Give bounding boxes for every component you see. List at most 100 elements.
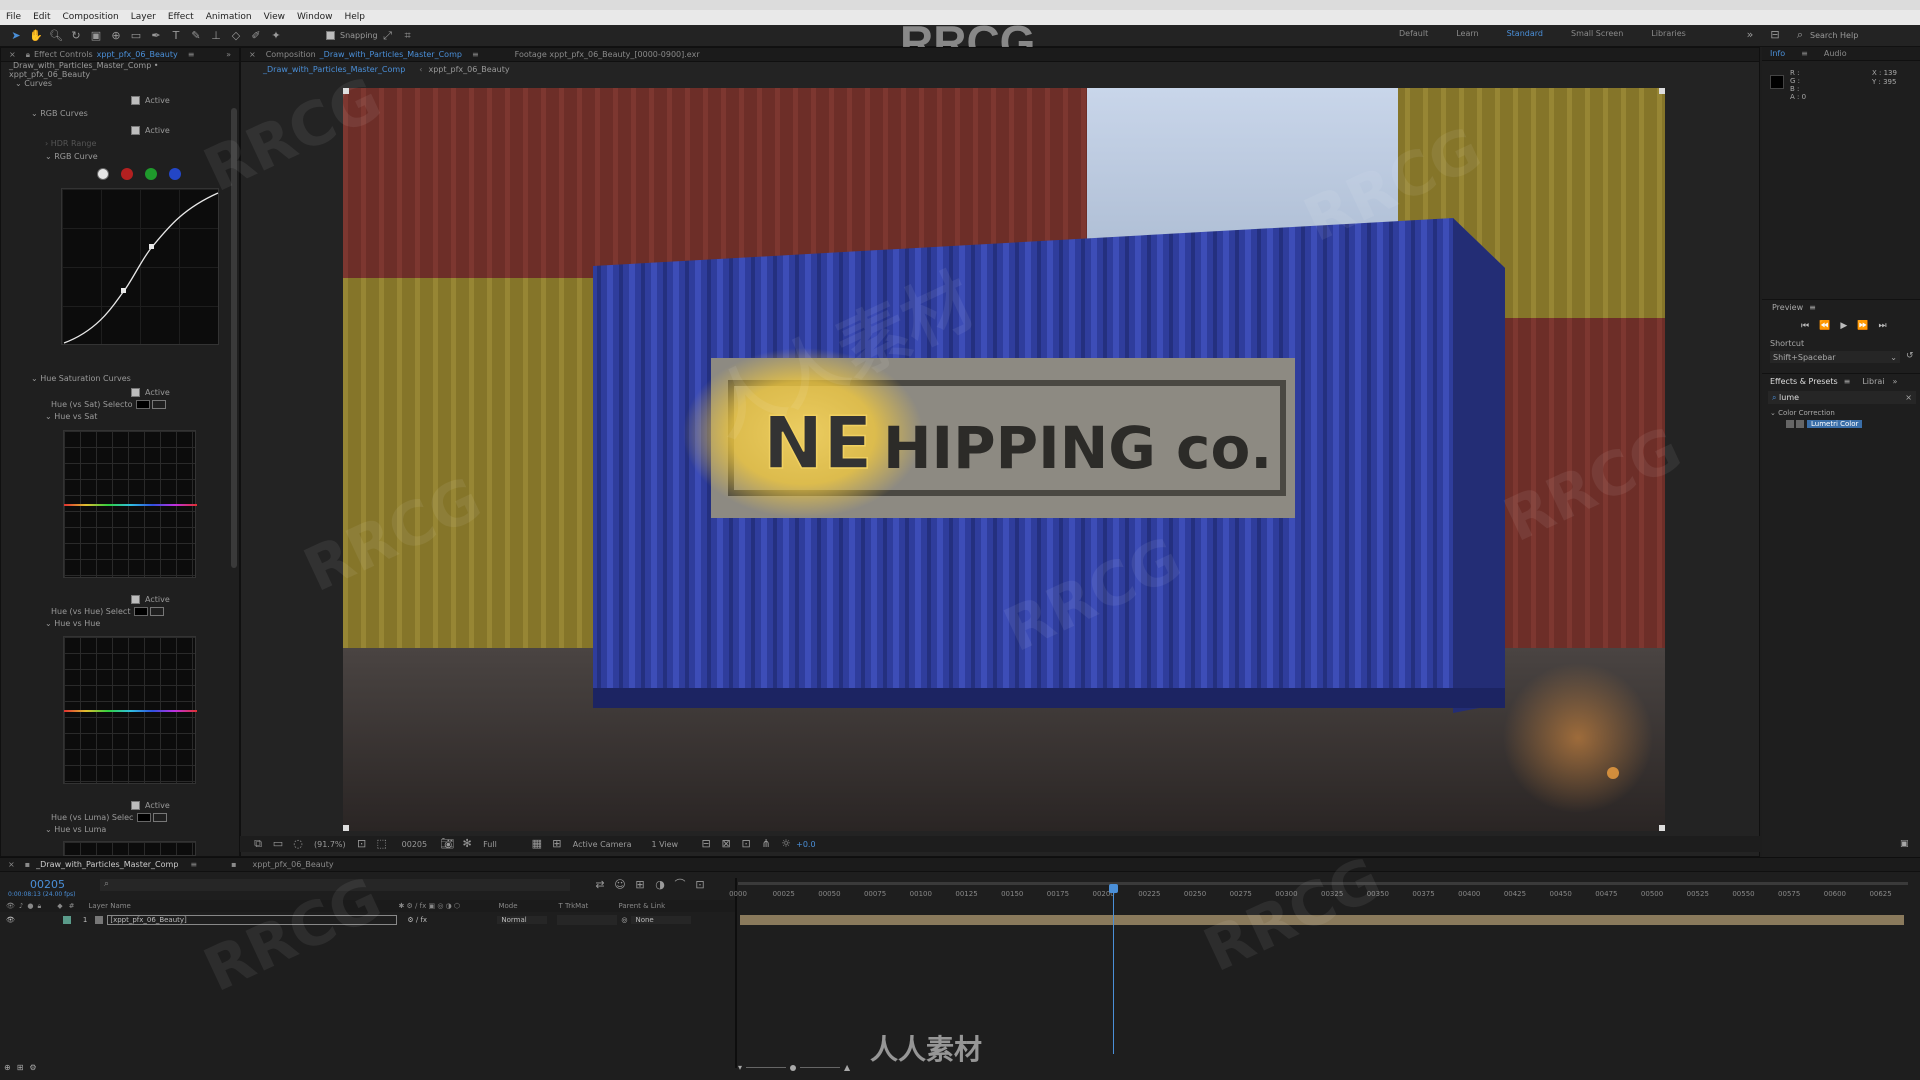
panel-overflow-icon[interactable]: »: [218, 48, 239, 62]
trkmat-header[interactable]: T TrkMat: [558, 902, 618, 910]
timeline-tab-master[interactable]: _Draw_with_Particles_Master_Comp: [32, 858, 182, 872]
monitor-icon[interactable]: ▭: [271, 837, 285, 851]
playhead-handle[interactable]: [1108, 884, 1118, 893]
layer-handle[interactable]: [1659, 825, 1665, 831]
fast-preview-icon[interactable]: ⊞: [550, 837, 564, 851]
pan-behind-tool-icon[interactable]: ⊕: [109, 29, 123, 43]
menu-view[interactable]: View: [258, 10, 291, 25]
transparency-grid-icon[interactable]: ▦: [530, 837, 544, 851]
workspace-default[interactable]: Default: [1399, 29, 1428, 38]
parent-header[interactable]: Parent & Link: [618, 902, 665, 910]
time-ruler[interactable]: 0000 00025 00050 00075 00100 00125 00150 00175 0…: [729, 878, 1908, 902]
effects-search-field[interactable]: ⌕ lume ×: [1768, 391, 1916, 404]
hue-luma-active-checkbox[interactable]: [131, 801, 140, 810]
play-icon[interactable]: ▶: [1840, 321, 1847, 331]
zoom-handle[interactable]: [790, 1064, 797, 1071]
current-frame[interactable]: 00205: [402, 840, 427, 849]
layer-row[interactable]: 👁︎ 1 [xppt_pfx_06_Beauty] ⚙ ∕ fx Normal …: [0, 914, 735, 926]
panel-menu-icon[interactable]: ≡: [464, 48, 487, 62]
effects-presets-tab[interactable]: Effects & Presets: [1770, 377, 1838, 386]
layer-duration-bar[interactable]: [740, 915, 1904, 925]
comp-tab-prefix[interactable]: Composition: [264, 48, 318, 62]
eye-icon[interactable]: 👁︎: [6, 902, 15, 910]
hue-vs-luma-graph[interactable]: [63, 841, 196, 856]
comp-subtab-beauty[interactable]: xppt_pfx_06_Beauty: [428, 65, 509, 74]
flowchart-icon[interactable]: ⊠: [719, 837, 733, 851]
new-folder-icon[interactable]: ▣: [1900, 839, 1909, 849]
eyedropper-icon[interactable]: [152, 400, 167, 409]
green-channel-swatch[interactable]: [145, 168, 157, 180]
layer-handle[interactable]: [343, 88, 349, 94]
hand-tool-icon[interactable]: ✋: [29, 29, 43, 43]
menu-effect[interactable]: Effect: [162, 10, 200, 25]
type-tool-icon[interactable]: T: [169, 29, 183, 43]
chevron-down-icon[interactable]: ⌄: [45, 412, 54, 421]
search-help-icon[interactable]: ⌕: [1793, 28, 1807, 42]
footage-tab[interactable]: Footage xppt_pfx_06_Beauty_[0000-0900].e…: [507, 48, 708, 62]
shortcut-dropdown[interactable]: Shift+Spacebar ⌄: [1770, 351, 1900, 363]
render-time-icon[interactable]: ⊕: [4, 1063, 11, 1072]
comp-flowchart-icon[interactable]: ⇄: [593, 878, 607, 892]
color-swatch[interactable]: [137, 813, 152, 822]
zoom-level[interactable]: (91.7%): [314, 840, 346, 849]
color-correction-category[interactable]: ⌄ Color Correction: [1770, 409, 1835, 417]
clear-search-icon[interactable]: ×: [1905, 393, 1916, 402]
layer-handle[interactable]: [1659, 88, 1665, 94]
reset-icon[interactable]: ↺: [1906, 351, 1914, 361]
effect-controls-tab-label[interactable]: Effect Controls: [32, 48, 95, 62]
panel-close-icon[interactable]: ×: [1, 48, 24, 62]
pick-whip-icon[interactable]: ◎: [621, 916, 627, 924]
layer-name-header[interactable]: Layer Name: [88, 902, 398, 910]
menu-edit[interactable]: Edit: [27, 10, 56, 25]
panel-overflow-icon[interactable]: »: [1893, 377, 1898, 386]
timecode-display[interactable]: 00205: [30, 878, 65, 891]
panel-close-icon[interactable]: ×: [0, 858, 23, 872]
solo-icon[interactable]: ●: [27, 902, 33, 910]
effects-scrollbar[interactable]: [231, 108, 237, 568]
comp-subtab-master[interactable]: _Draw_with_Particles_Master_Comp: [263, 65, 405, 74]
region-icon[interactable]: ⬚: [375, 837, 389, 851]
timeline-search-input[interactable]: ⌕: [100, 879, 570, 891]
expand-workspaces-icon[interactable]: »: [1743, 28, 1757, 42]
first-frame-icon[interactable]: ⏮: [1801, 321, 1809, 331]
menu-layer[interactable]: Layer: [125, 10, 162, 25]
menu-window[interactable]: Window: [291, 10, 339, 25]
timeline-link-icon[interactable]: ⊡: [739, 837, 753, 851]
prev-frame-icon[interactable]: ⏪: [1819, 321, 1830, 331]
menu-help[interactable]: Help: [338, 10, 371, 25]
expand-panes-icon[interactable]: ⊞: [17, 1063, 24, 1072]
panel-menu-icon[interactable]: ≡: [1793, 47, 1816, 61]
red-channel-swatch[interactable]: [121, 168, 133, 180]
search-help-input[interactable]: Search Help: [1810, 31, 1858, 40]
layer-mode-dropdown[interactable]: Normal: [497, 916, 548, 924]
workspace-standard[interactable]: Standard: [1507, 29, 1543, 38]
chevron-down-icon[interactable]: ⌄: [45, 619, 54, 628]
resolution-dropdown[interactable]: Full: [483, 840, 497, 849]
exposure-value[interactable]: +0.0: [796, 840, 815, 849]
motion-blur-icon[interactable]: ◑: [653, 878, 667, 892]
toggle-pixel-aspect-icon[interactable]: ⊟: [699, 837, 713, 851]
hue-hue-active-checkbox[interactable]: [131, 595, 140, 604]
playhead[interactable]: [1108, 884, 1118, 1054]
clone-stamp-tool-icon[interactable]: ⊥: [209, 29, 223, 43]
layer-trkmat-dropdown[interactable]: [557, 915, 618, 925]
last-frame-icon[interactable]: ⏭: [1878, 321, 1886, 331]
menu-file[interactable]: File: [0, 10, 27, 25]
resolution-icon[interactable]: ⊡: [355, 837, 369, 851]
rgb-curve-graph[interactable]: [61, 188, 219, 345]
lock-icon[interactable]: 🔒︎: [37, 902, 41, 911]
comp-tab-name[interactable]: _Draw_with_Particles_Master_Comp: [318, 48, 464, 62]
graph-icon[interactable]: ⋔: [759, 837, 773, 851]
blue-channel-swatch[interactable]: [169, 168, 181, 180]
panel-menu-icon[interactable]: ≡: [1809, 303, 1816, 312]
snapping-checkbox[interactable]: [326, 31, 335, 40]
panel-close-icon[interactable]: ×: [241, 48, 264, 62]
graph-editor-icon[interactable]: ⌒: [673, 878, 687, 892]
frame-blending-icon[interactable]: ⊞: [633, 878, 647, 892]
shy-layers-icon[interactable]: ☺: [613, 878, 627, 892]
camera-dropdown[interactable]: Active Camera: [573, 840, 632, 849]
audio-icon[interactable]: ♪: [19, 902, 23, 910]
info-tab[interactable]: Info: [1762, 47, 1793, 61]
hue-vs-hue-graph[interactable]: [63, 636, 197, 784]
composition-canvas[interactable]: NE HIPPING co.: [343, 88, 1665, 831]
